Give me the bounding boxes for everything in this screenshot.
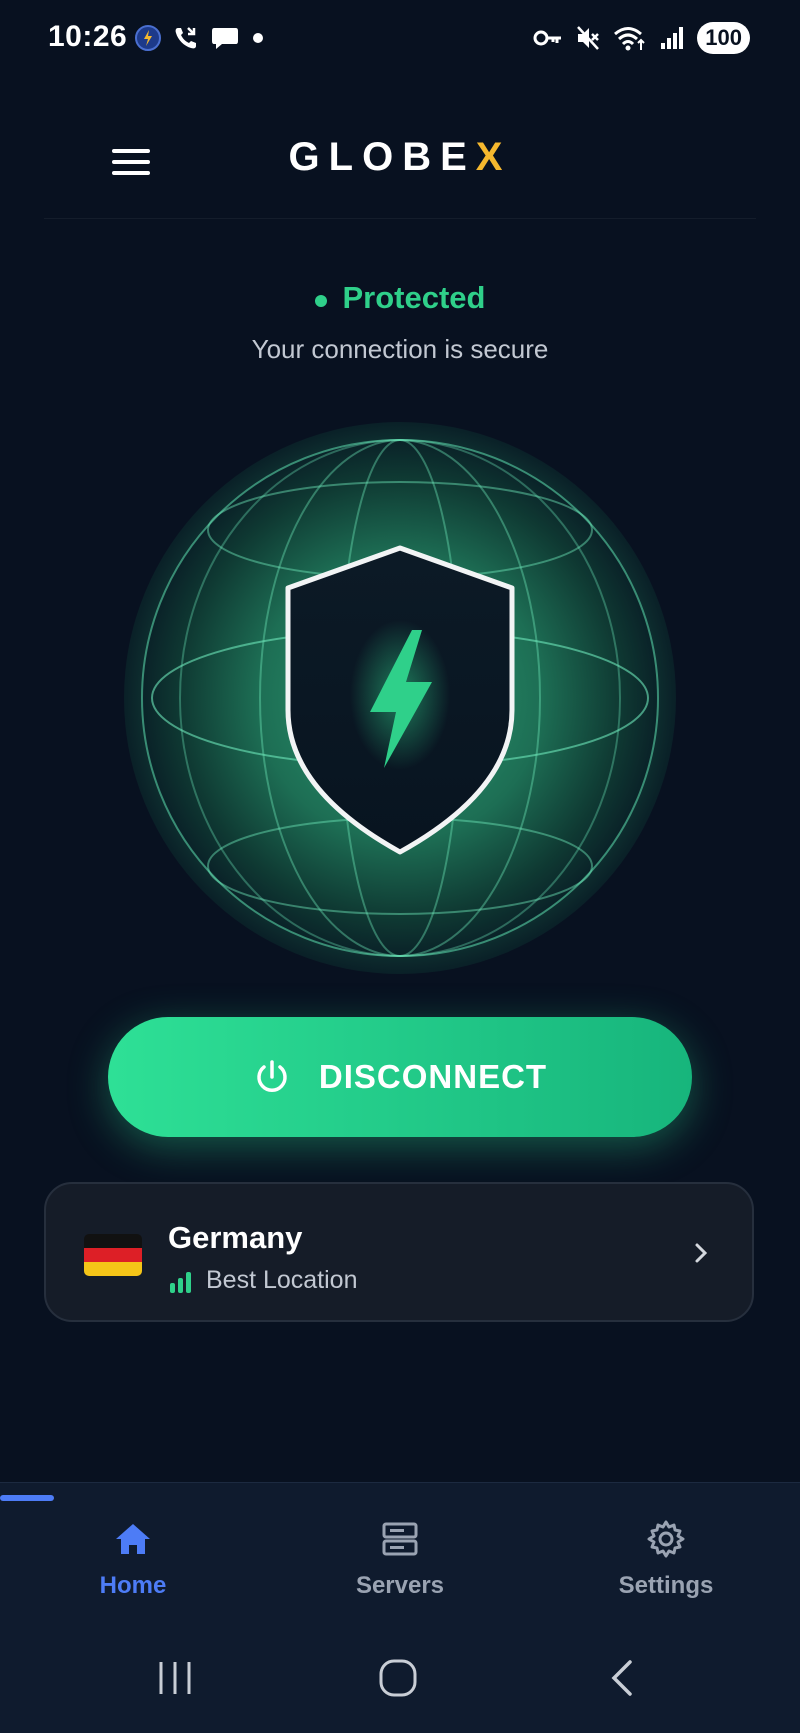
nav-label-home: Home <box>99 1572 167 1599</box>
power-icon <box>257 1060 287 1092</box>
recent-apps-icon[interactable] <box>155 1656 195 1700</box>
location-country: Germany <box>168 1220 303 1255</box>
header-divider <box>44 218 756 219</box>
dot-icon <box>253 33 263 43</box>
system-nav-bar <box>0 1632 800 1733</box>
nav-active-indicator <box>0 1495 54 1501</box>
logo-text: GLOBE <box>288 135 476 179</box>
system-status-icons: 100 <box>533 22 750 54</box>
nav-item-home[interactable]: Home <box>33 1519 233 1600</box>
home-icon <box>116 1524 150 1554</box>
germany-flag-icon <box>84 1234 142 1276</box>
wifi-icon <box>614 27 645 51</box>
globe-icon <box>124 422 676 974</box>
location-subtitle: Best Location <box>206 1266 358 1294</box>
signal-icon <box>661 27 684 49</box>
app-logo: GLOBEX <box>0 135 800 180</box>
disconnect-label: DISCONNECT <box>318 1058 548 1095</box>
bottom-nav: Home Servers Settings <box>0 1482 800 1633</box>
back-icon[interactable] <box>606 1656 638 1700</box>
nav-label-servers: Servers <box>355 1572 445 1599</box>
status-dot-icon <box>314 294 327 307</box>
status-subtitle: Your connection is secure <box>251 334 549 364</box>
signal-strength-icon <box>170 1271 191 1293</box>
servers-icon <box>382 1522 418 1556</box>
gear-icon <box>647 1520 685 1558</box>
connection-status: Protected <box>0 280 800 316</box>
mute-icon <box>577 26 600 50</box>
chevron-right-icon <box>695 1243 708 1263</box>
home-button-icon[interactable] <box>376 1656 420 1700</box>
disconnect-button[interactable]: DISCONNECT <box>108 1017 692 1137</box>
notification-icons <box>134 24 266 52</box>
location-subtitle-row: Best Location <box>168 1266 358 1295</box>
status-bar: 10:26 100 <box>0 0 800 80</box>
nav-label-settings: Settings <box>618 1572 714 1599</box>
status-time: 10:26 <box>48 20 128 53</box>
app-screen: 10:26 100 GLOBEX Protected Your connecti… <box>0 0 800 1733</box>
missed-call-icon <box>175 27 196 49</box>
vpn-key-icon <box>533 30 562 46</box>
logo-accent: X <box>475 135 512 179</box>
globe-shield-graphic <box>122 420 678 976</box>
battery-indicator: 100 <box>697 22 750 54</box>
status-label: Protected <box>342 280 486 315</box>
chat-icon <box>212 28 238 49</box>
app-badge-icon <box>135 25 161 51</box>
nav-item-settings[interactable]: Settings <box>566 1519 766 1600</box>
nav-item-servers[interactable]: Servers <box>300 1519 500 1600</box>
location-card[interactable]: Germany Best Location <box>44 1182 754 1322</box>
